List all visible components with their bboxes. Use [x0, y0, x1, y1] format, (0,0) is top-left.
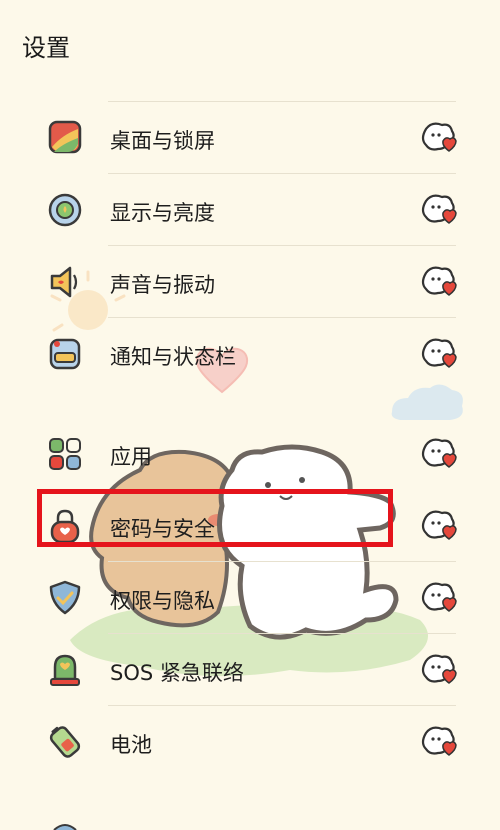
- notification-icon: [49, 338, 81, 370]
- settings-item-notifications[interactable]: 通知与状态栏: [0, 317, 500, 389]
- sos-bell-icon: [50, 654, 80, 686]
- settings-item-privacy[interactable]: 权限与隐私: [0, 561, 500, 633]
- dog-heart-chevron-icon: [421, 338, 457, 368]
- page-title: 设置: [22, 34, 70, 62]
- header-bar: 设置: [0, 0, 500, 80]
- settings-item-apps[interactable]: 应用: [0, 417, 500, 489]
- settings-item-label: 显示与亮度: [110, 201, 215, 225]
- settings-item-label: 电池: [110, 733, 152, 757]
- lock-icon: [50, 509, 80, 544]
- apps-icon: [49, 438, 81, 470]
- display-icon: [48, 193, 82, 227]
- dog-heart-chevron-icon: [421, 726, 457, 756]
- settings-item-label: 密码与安全: [110, 517, 215, 541]
- settings-item-label: 通知与状态栏: [110, 345, 236, 369]
- settings-item-label: 桌面与锁屏: [110, 129, 215, 153]
- settings-item-label: 权限与隐私: [110, 589, 215, 613]
- sound-icon: [50, 266, 78, 298]
- settings-item-sos[interactable]: SOS 紧急联络: [0, 633, 500, 705]
- settings-item-battery[interactable]: 电池: [0, 705, 500, 777]
- settings-item-sound[interactable]: 声音与振动: [0, 245, 500, 317]
- dog-heart-chevron-icon: [421, 194, 457, 224]
- battery-icon: [49, 726, 81, 758]
- privacy-shield-icon: [49, 580, 81, 615]
- partial-row-icon: [53, 824, 77, 830]
- settings-item-wallpaper[interactable]: 桌面与锁屏: [0, 101, 500, 173]
- settings-item-label: SOS 紧急联络: [110, 661, 244, 685]
- dog-heart-chevron-icon: [421, 266, 457, 296]
- settings-item-display[interactable]: 显示与亮度: [0, 173, 500, 245]
- settings-item-password-security[interactable]: 密码与安全: [0, 489, 500, 561]
- dog-heart-chevron-icon: [421, 510, 457, 540]
- dog-heart-chevron-icon: [421, 582, 457, 612]
- cloud-decoration: [391, 384, 463, 420]
- dog-heart-chevron-icon: [421, 654, 457, 684]
- dog-heart-chevron-icon: [421, 438, 457, 468]
- settings-item-label: 应用: [110, 445, 152, 469]
- settings-item-label: 声音与振动: [110, 273, 215, 297]
- wallpaper-icon: [48, 120, 82, 154]
- dog-heart-chevron-icon: [421, 122, 457, 152]
